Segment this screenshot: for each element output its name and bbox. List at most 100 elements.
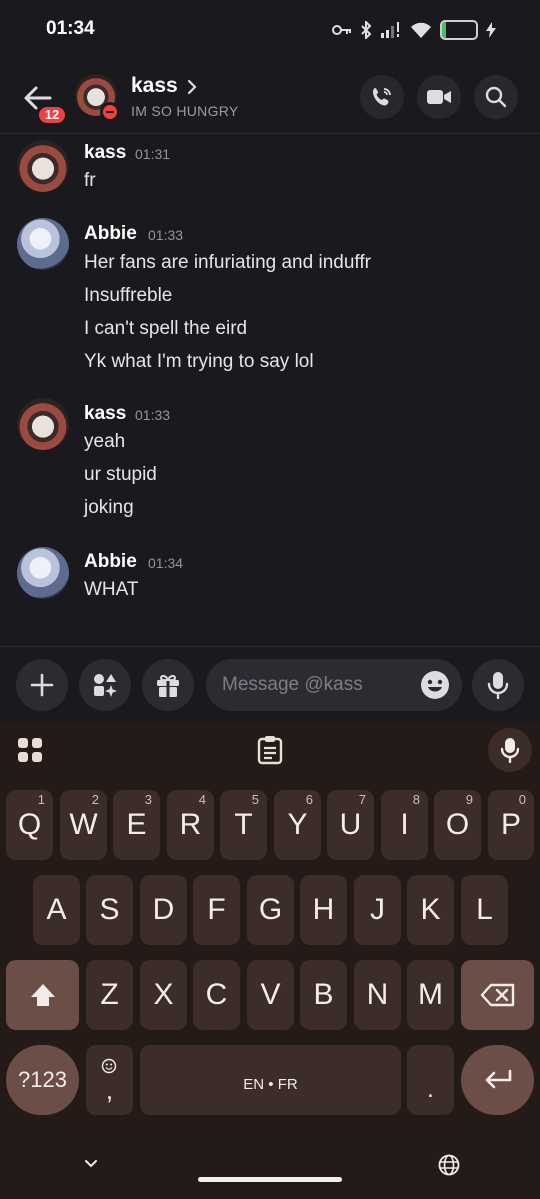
chat-title[interactable]: kass [131,74,178,98]
keyboard-mic-button[interactable] [488,728,532,772]
voice-message-button[interactable] [472,659,524,711]
key-s[interactable]: S [86,875,133,945]
message-text[interactable]: fr [84,170,96,192]
video-call-button[interactable] [417,75,461,119]
key-q[interactable]: 1Q [6,790,53,860]
key-u[interactable]: 7U [327,790,374,860]
message-input[interactable]: Message @kass [206,659,462,711]
key-l[interactable]: L [461,875,508,945]
avatar[interactable] [17,140,69,192]
clipboard-icon[interactable] [257,735,283,765]
status-icons: 12 [332,20,496,40]
message-text[interactable]: joking [84,497,134,519]
message-author[interactable]: Abbie [84,223,137,245]
key-hint: 5 [251,792,259,807]
chevron-right-icon[interactable] [186,78,198,96]
key-y[interactable]: 6Y [274,790,321,860]
key-label: Z [100,978,119,1011]
key-m[interactable]: M [407,960,454,1030]
key-label: EN • FR [243,1076,298,1093]
key-hint: 8 [412,792,420,807]
chevron-down-icon[interactable] [84,1159,98,1169]
message-list[interactable]: kass 01:31 fr Abbie 01:33 Her fans are i… [0,134,540,646]
period-key[interactable]: . [407,1045,454,1115]
message-author[interactable]: kass [84,142,126,164]
shift-key[interactable] [6,960,79,1030]
avatar[interactable] [17,398,69,450]
key-label: ?123 [18,1067,67,1092]
key-k[interactable]: K [407,875,454,945]
backspace-icon [480,983,514,1007]
gift-button[interactable] [142,659,194,711]
home-indicator[interactable] [198,1177,342,1182]
custom-status: IM SO HUNGRY [131,103,239,119]
key-label: A [46,893,67,926]
key-b[interactable]: B [300,960,347,1030]
key-label: T [234,808,253,841]
key-label: E [126,808,147,841]
key-p[interactable]: 0P [488,790,534,860]
key-f[interactable]: F [193,875,240,945]
apps-grid-icon[interactable] [17,737,43,763]
emoji-icon[interactable] [420,670,450,700]
key-label: Q [17,808,42,841]
key-c[interactable]: C [193,960,240,1030]
message-text[interactable]: WHAT [84,579,139,601]
key-w[interactable]: 2W [60,790,107,860]
key-label: L [476,893,493,926]
key-n[interactable]: N [354,960,401,1030]
key-t[interactable]: 5T [220,790,267,860]
space-key[interactable]: EN • FR [140,1045,401,1115]
key-x[interactable]: X [140,960,187,1030]
backspace-key[interactable] [461,960,534,1030]
key-hint: 7 [358,792,366,807]
emoji-comma-key[interactable]: , [86,1045,133,1115]
key-label: S [99,893,120,926]
message-text[interactable]: Yk what I'm trying to say lol [84,351,314,373]
key-label: J [370,893,385,926]
key-z[interactable]: Z [86,960,133,1030]
key-a[interactable]: A [33,875,80,945]
symbols-key[interactable]: ?123 [6,1045,79,1115]
globe-icon[interactable] [438,1154,460,1176]
enter-key[interactable] [461,1045,534,1115]
message-author[interactable]: kass [84,403,126,425]
message-text[interactable]: I can't spell the eird [84,318,247,340]
key-hint: 0 [518,792,526,807]
phone-icon [373,88,391,106]
key-r[interactable]: 4R [167,790,214,860]
key-j[interactable]: J [354,875,401,945]
key-o[interactable]: 9O [434,790,481,860]
message-text[interactable]: yeah [84,431,125,453]
apps-button[interactable] [79,659,131,711]
message-author[interactable]: Abbie [84,551,137,573]
search-button[interactable] [474,75,518,119]
key-label: Y [287,808,308,841]
battery-text: 12 [451,22,467,37]
key-label: N [366,978,389,1011]
message-text[interactable]: Her fans are infuriating and induffr [84,252,371,274]
microphone-icon [487,672,509,699]
key-label: R [179,808,202,841]
message-text[interactable]: Insuffreble [84,285,172,307]
key-label: B [313,978,334,1011]
key-label: C [205,978,228,1011]
key-hint: 1 [37,792,45,807]
key-e[interactable]: 3E [113,790,160,860]
key-icon [332,25,351,35]
message-text[interactable]: ur stupid [84,464,157,486]
key-v[interactable]: V [247,960,294,1030]
avatar[interactable] [17,547,69,599]
key-hint: 9 [465,792,473,807]
attach-button[interactable] [16,659,68,711]
key-g[interactable]: G [247,875,294,945]
key-d[interactable]: D [140,875,187,945]
call-button[interactable] [360,75,404,119]
enter-icon [485,1069,511,1089]
key-label: U [339,808,362,841]
key-i[interactable]: 8I [381,790,428,860]
key-h[interactable]: H [300,875,347,945]
avatar[interactable] [17,218,69,270]
key-label: M [418,978,443,1011]
key-label: D [152,893,175,926]
